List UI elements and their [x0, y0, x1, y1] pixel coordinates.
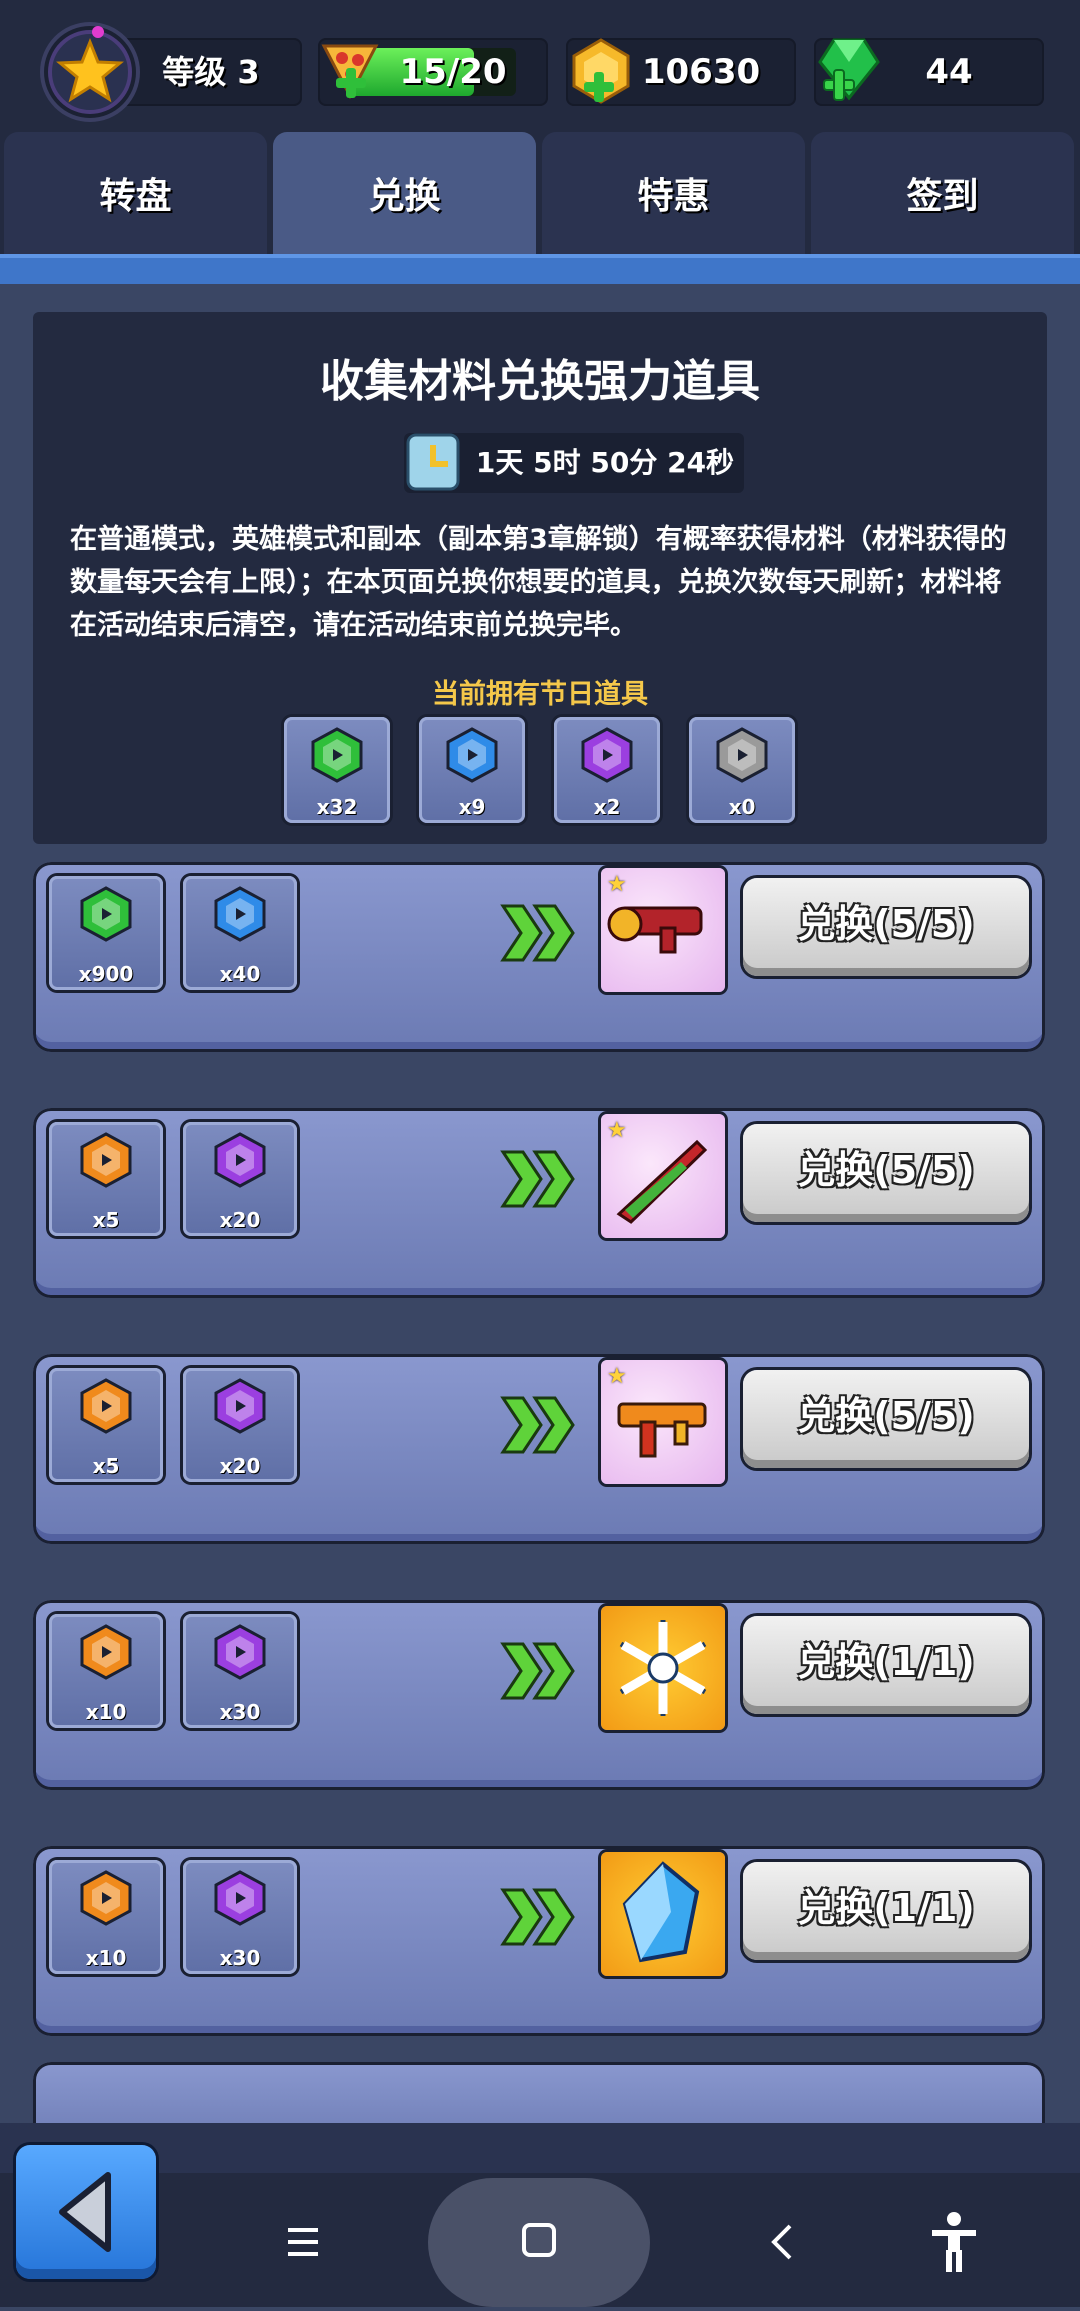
- material-count: x5: [92, 1208, 120, 1232]
- red-blade-reward[interactable]: ★: [601, 1114, 725, 1238]
- double-arrow-icon: [499, 1884, 579, 1954]
- tab-underline: [0, 254, 1080, 284]
- nav-back-icon[interactable]: [762, 2218, 802, 2266]
- back-button[interactable]: [16, 2145, 156, 2279]
- home-button[interactable]: [428, 2178, 650, 2307]
- exchange-button[interactable]: 兑换(1/1): [743, 1616, 1029, 1714]
- material-slot: x2: [554, 717, 660, 823]
- exchange-row: x10 x30 兑换(1/1): [33, 1846, 1045, 2036]
- blue-crystal-icon: [622, 1861, 700, 1963]
- exchange-button[interactable]: 兑换(1/1): [743, 1862, 1029, 1960]
- tab-sign-in[interactable]: 签到: [811, 132, 1074, 254]
- rarity-star-icon: ★: [607, 1364, 627, 1389]
- material-slot: x30: [183, 1860, 297, 1974]
- material-slot: x5: [49, 1368, 163, 1482]
- timer-text: 1天 5时 50分 24秒: [475, 446, 735, 479]
- material-gem-icon: [80, 1870, 132, 1926]
- material-slot: x20: [183, 1122, 297, 1236]
- snowflake-reward[interactable]: [601, 1606, 725, 1730]
- pizza-icon[interactable]: [316, 34, 386, 104]
- exchange-row: x900 x40 ★ 兑换(5/5): [33, 862, 1045, 1052]
- exchange-row: x5 x20 ★ 兑换(5/5): [33, 1354, 1045, 1544]
- exchange-button[interactable]: 兑换(5/5): [743, 878, 1029, 976]
- rarity-star-icon: ★: [607, 872, 627, 897]
- owned-items-title: 当前拥有节日道具: [432, 679, 648, 710]
- accessibility-icon[interactable]: [926, 2210, 982, 2274]
- gem-icon[interactable]: [814, 34, 884, 104]
- exchange-row: x5 x20 ★ 兑换(5/5): [33, 1108, 1045, 1298]
- material-slot: x32: [284, 717, 390, 823]
- panel-title: 收集材料兑换强力道具: [320, 356, 760, 407]
- material-count: x30: [219, 1946, 261, 1970]
- material-gem-icon: [581, 727, 633, 783]
- material-count: x20: [219, 1454, 261, 1478]
- material-gem-icon: [214, 1624, 266, 1680]
- menu-icon[interactable]: [282, 2222, 326, 2262]
- material-count: x900: [78, 962, 134, 986]
- material-count: x10: [85, 1946, 127, 1970]
- rocket-launcher-reward[interactable]: ★: [601, 868, 725, 992]
- material-slot: x30: [183, 1614, 297, 1728]
- coin-icon[interactable]: [566, 36, 636, 106]
- material-slot: x0: [689, 717, 795, 823]
- double-arrow-icon: [499, 1392, 579, 1462]
- material-count: x30: [219, 1700, 261, 1724]
- material-count: x40: [219, 962, 261, 986]
- double-arrow-icon: [499, 900, 579, 970]
- material-slot: x20: [183, 1368, 297, 1482]
- exchange-button[interactable]: 兑换(5/5): [743, 1124, 1029, 1222]
- material-gem-icon: [446, 727, 498, 783]
- material-count: x32: [316, 795, 358, 819]
- material-gem-icon: [311, 727, 363, 783]
- material-count: x9: [458, 795, 486, 819]
- notification-dot: [92, 26, 104, 38]
- material-slot: x40: [183, 876, 297, 990]
- clock-icon: [406, 433, 460, 491]
- material-slot: x900: [49, 876, 163, 990]
- snowflake-icon: [619, 1620, 707, 1716]
- material-slot: x10: [49, 1860, 163, 1974]
- bottom-bar-shadow: [0, 2123, 1080, 2173]
- material-slot: x10: [49, 1614, 163, 1728]
- material-count: x0: [728, 795, 756, 819]
- event-description: 在普通模式，英雄模式和副本（副本第3章解锁）有概率获得材料（材料获得的数量每天会…: [70, 524, 1007, 641]
- rarity-star-icon: ★: [607, 1118, 627, 1143]
- material-count: x2: [593, 795, 621, 819]
- material-gem-icon: [214, 1378, 266, 1434]
- material-gem-icon: [214, 886, 266, 942]
- material-count: x20: [219, 1208, 261, 1232]
- blue-crystal-reward[interactable]: [601, 1852, 725, 1976]
- material-gem-icon: [80, 1378, 132, 1434]
- double-arrow-icon: [499, 1146, 579, 1216]
- material-gem-icon: [80, 886, 132, 942]
- material-gem-icon: [214, 1870, 266, 1926]
- player-avatar[interactable]: [44, 26, 136, 118]
- home-icon: [522, 2223, 556, 2257]
- material-gem-icon: [214, 1132, 266, 1188]
- material-count: x10: [85, 1700, 127, 1724]
- material-count: x5: [92, 1454, 120, 1478]
- star-icon: [48, 30, 132, 114]
- exchange-row: x10 x30 兑换(1/1): [33, 1600, 1045, 1790]
- orange-rifle-reward[interactable]: ★: [601, 1360, 725, 1484]
- material-slot: x5: [49, 1122, 163, 1236]
- tab-exchange[interactable]: 兑换: [273, 132, 536, 254]
- tab-special-offer[interactable]: 特惠: [542, 132, 805, 254]
- double-arrow-icon: [499, 1638, 579, 1708]
- material-gem-icon: [80, 1132, 132, 1188]
- material-gem-icon: [716, 727, 768, 783]
- material-slot: x9: [419, 717, 525, 823]
- tab-wheel[interactable]: 转盘: [4, 132, 267, 254]
- material-gem-icon: [80, 1624, 132, 1680]
- exchange-button[interactable]: 兑换(5/5): [743, 1370, 1029, 1468]
- back-arrow-icon: [59, 2172, 111, 2252]
